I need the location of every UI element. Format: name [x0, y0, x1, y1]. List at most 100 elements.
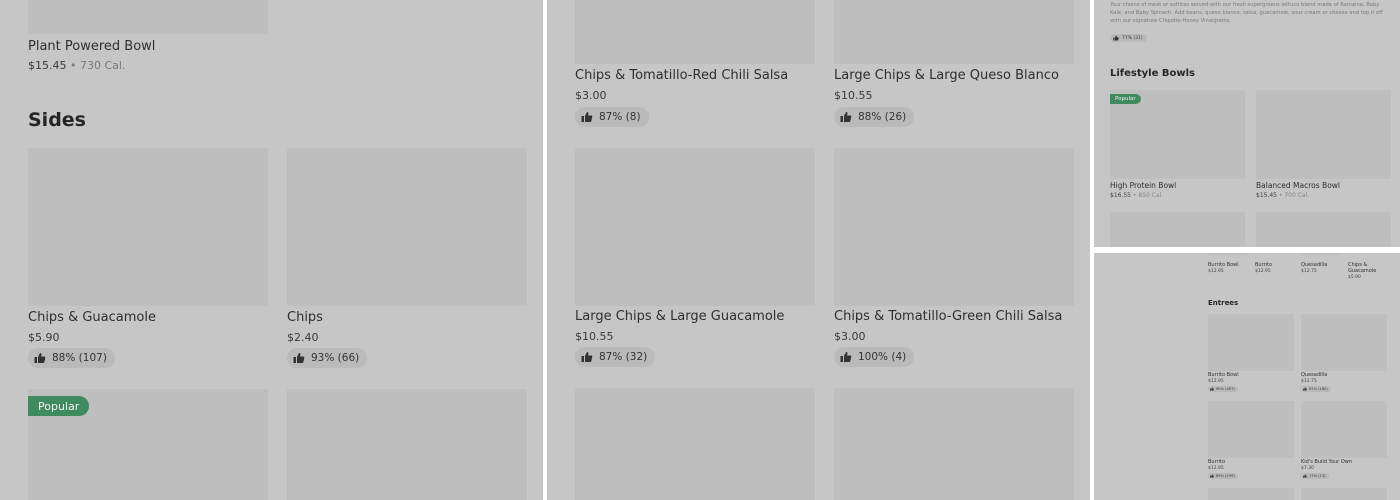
section-title: Lifestyle Bowls — [1110, 68, 1195, 79]
thumbs-up-icon — [840, 112, 852, 122]
menu-item-image[interactable] — [1208, 488, 1294, 500]
section-title: Sides — [28, 109, 86, 131]
menu-panel-entrees: Burrito Bowl $12.95 Burrito $12.95 Quesa… — [1094, 253, 1400, 500]
menu-item-price: $7.30 — [1301, 466, 1314, 471]
rating-badge: 77% (13) — [1301, 473, 1329, 479]
menu-item-image[interactable] — [1301, 401, 1387, 458]
menu-item-price: $5.90 — [28, 331, 60, 344]
thumbs-up-icon — [1303, 387, 1307, 391]
menu-item-name[interactable]: Chips & Tomatillo-Green Chili Salsa — [834, 309, 1062, 324]
menu-item-image[interactable] — [1256, 212, 1391, 247]
thumbs-up-icon — [840, 352, 852, 362]
menu-item-name[interactable]: Burrito Bowl — [1208, 372, 1239, 378]
menu-item-calories: 700 Cal. — [1284, 192, 1310, 199]
menu-item-name[interactable]: Burrito Bowl — [1208, 262, 1239, 268]
menu-item-image[interactable] — [287, 148, 527, 306]
menu-panel-sides: Plant Powered Bowl $15.45 • 730 Cal. Sid… — [0, 0, 543, 500]
rating-text: 88% (26) — [858, 111, 907, 123]
menu-item-price-line: $15.45 • 730 Cal. — [28, 59, 125, 72]
rating-badge: 90% (407) — [1208, 386, 1238, 392]
item-description: Your choice of meat or sofritas served w… — [1110, 2, 1383, 24]
menu-item-price: $10.55 — [834, 89, 873, 102]
menu-item-image[interactable] — [1256, 90, 1391, 179]
thumbs-up-icon — [1113, 35, 1119, 41]
thumbs-up-icon — [1210, 474, 1214, 478]
menu-item-image[interactable] — [1110, 212, 1245, 247]
rating-badge: 87% (32) — [575, 347, 656, 367]
menu-item-price: $3.00 — [575, 89, 607, 102]
rating-badge: 87% (8) — [575, 107, 649, 127]
rating-text: 88% (107) — [52, 352, 107, 364]
menu-item-name[interactable]: Balanced Macros Bowl — [1256, 181, 1340, 190]
menu-item-calories: 850 Cal. — [1138, 192, 1164, 199]
menu-item-price: $12.95 — [1208, 269, 1224, 274]
popular-badge: Popular — [28, 396, 90, 416]
menu-panel-chips: Chips & Tomatillo-Red Chili Salsa $3.00 … — [547, 0, 1090, 500]
thumbs-up-icon — [34, 353, 46, 363]
rating-text: 93% (66) — [311, 352, 360, 364]
menu-item-name[interactable]: Large Chips & Large Queso Blanco — [834, 68, 1059, 83]
menu-item-price: $3.00 — [834, 330, 866, 343]
menu-item-name[interactable]: Quesadilla — [1301, 262, 1327, 268]
menu-item-image[interactable] — [1208, 314, 1294, 371]
menu-item-price: $12.95 — [1208, 379, 1224, 384]
menu-item-image[interactable] — [1301, 314, 1387, 371]
menu-item-image[interactable] — [834, 0, 1074, 64]
menu-item-name[interactable]: Large Chips & Large Guacamole — [575, 309, 784, 324]
menu-item-calories: 730 Cal. — [79, 59, 126, 72]
rating-text: 100% (4) — [858, 351, 907, 363]
menu-item-image[interactable] — [834, 148, 1074, 306]
menu-item-image[interactable] — [1208, 253, 1248, 255]
thumbs-up-icon — [1210, 387, 1214, 391]
menu-item-name[interactable]: Kid's Build Your Own — [1301, 459, 1352, 465]
menu-item-price: $15.45 — [28, 59, 67, 72]
menu-item-price-line: $15.45 • 700 Cal. — [1256, 192, 1309, 199]
menu-item-price: $12.95 — [1255, 269, 1271, 274]
menu-item-image[interactable] — [287, 389, 527, 500]
rating-badge: 100% (4) — [834, 347, 915, 367]
rating-badge: 88% (107) — [28, 348, 115, 368]
rating-badge: 88% (26) — [834, 107, 915, 127]
menu-item-image[interactable] — [28, 148, 268, 306]
menu-item-price: $12.95 — [1208, 466, 1224, 471]
rating-badge: 89% (199) — [1208, 473, 1238, 479]
menu-item-name[interactable]: Burrito — [1255, 262, 1272, 268]
menu-item-image[interactable] — [575, 388, 815, 500]
thumbs-up-icon — [293, 353, 305, 363]
menu-panel-lifestyle-bowls: Your choice of meat or sofritas served w… — [1094, 0, 1400, 247]
menu-item-image[interactable] — [575, 148, 815, 306]
menu-item-image[interactable] — [1301, 488, 1387, 500]
price-separator: • — [66, 59, 80, 72]
rating-text: 87% (32) — [599, 351, 648, 363]
menu-item-image[interactable] — [834, 388, 1074, 500]
menu-item-name[interactable]: Plant Powered Bowl — [28, 39, 155, 54]
rating-text: 89% (199) — [1216, 474, 1235, 478]
rating-text: 87% (8) — [599, 111, 641, 123]
menu-item-price: $15.45 — [1256, 192, 1277, 199]
menu-item-price: $16.55 — [1110, 192, 1131, 199]
rating-text: 90% (407) — [1216, 387, 1235, 391]
menu-item-image[interactable] — [1208, 401, 1294, 458]
menu-item-name[interactable]: Chips & Guacamole — [1348, 262, 1378, 274]
rating-text: 77% (13) — [1309, 474, 1326, 478]
menu-item-price: $10.55 — [575, 330, 614, 343]
menu-item-name[interactable]: Burrito — [1208, 459, 1225, 465]
menu-item-name[interactable]: Chips — [287, 310, 323, 325]
menu-item-name[interactable]: High Protein Bowl — [1110, 181, 1176, 190]
menu-item-price: $5.90 — [1348, 275, 1361, 280]
menu-item-image[interactable] — [575, 0, 815, 64]
rating-text: 77% (31) — [1122, 35, 1143, 41]
menu-item-price-line: $16.55 • 850 Cal. — [1110, 192, 1163, 199]
thumbs-up-icon — [1303, 474, 1307, 478]
rating-badge: 92% (180) — [1301, 386, 1331, 392]
menu-item-name[interactable]: Chips & Tomatillo-Red Chili Salsa — [575, 68, 788, 83]
menu-item-image[interactable] — [1301, 253, 1341, 255]
menu-item-image[interactable] — [28, 0, 268, 34]
menu-item-price: $2.40 — [287, 331, 319, 344]
rating-text: 92% (180) — [1309, 387, 1328, 391]
menu-item-name[interactable]: Quesadilla — [1301, 372, 1327, 378]
thumbs-up-icon — [581, 352, 593, 362]
menu-item-price: $12.75 — [1301, 379, 1317, 384]
menu-item-name[interactable]: Chips & Guacamole — [28, 310, 156, 325]
menu-item-price: $12.75 — [1301, 269, 1317, 274]
